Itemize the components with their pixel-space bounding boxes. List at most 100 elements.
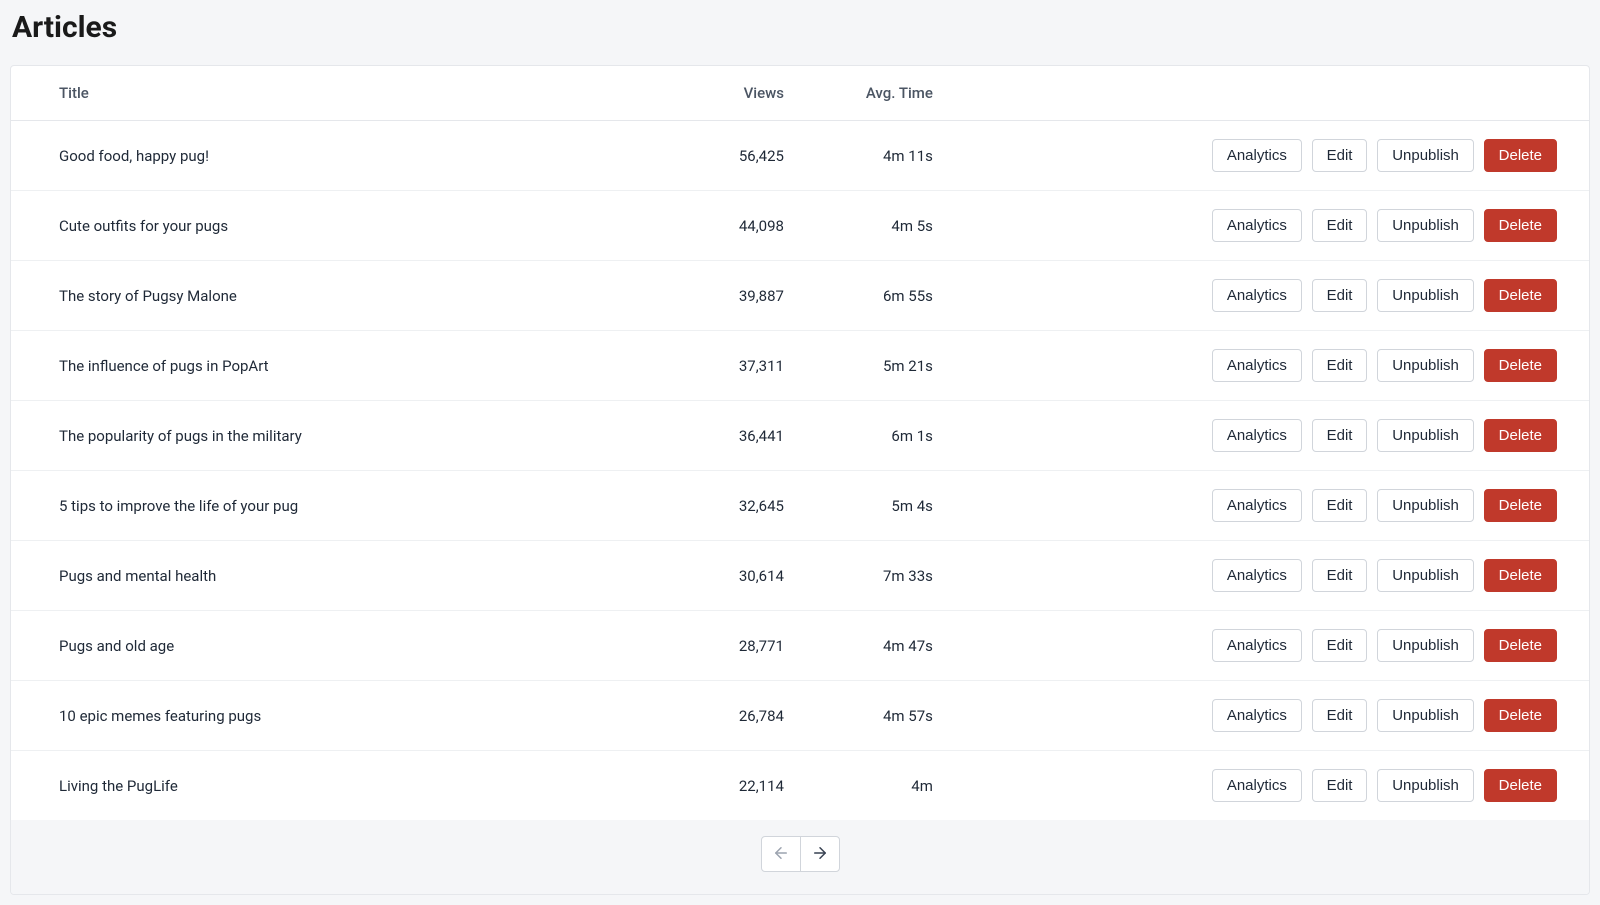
article-title: Pugs and old age — [11, 611, 611, 681]
analytics-button[interactable]: Analytics — [1212, 419, 1302, 452]
article-views: 30,614 — [611, 541, 800, 611]
delete-button[interactable]: Delete — [1484, 489, 1557, 522]
pagination — [761, 836, 840, 872]
article-title: The story of Pugsy Malone — [11, 261, 611, 331]
table-row: Cute outfits for your pugs 44,098 4m 5s … — [11, 191, 1589, 261]
row-actions: Analytics Edit Unpublish Delete — [1021, 681, 1589, 751]
article-avg-time: 7m 33s — [800, 541, 1021, 611]
unpublish-button[interactable]: Unpublish — [1377, 279, 1474, 312]
edit-button[interactable]: Edit — [1312, 559, 1368, 592]
delete-button[interactable]: Delete — [1484, 139, 1557, 172]
article-avg-time: 4m — [800, 751, 1021, 821]
unpublish-button[interactable]: Unpublish — [1377, 419, 1474, 452]
analytics-button[interactable]: Analytics — [1212, 559, 1302, 592]
article-avg-time: 4m 5s — [800, 191, 1021, 261]
row-actions: Analytics Edit Unpublish Delete — [1021, 121, 1589, 191]
table-footer — [11, 820, 1589, 894]
column-header-avg-time: Avg. Time — [800, 66, 1021, 121]
row-actions: Analytics Edit Unpublish Delete — [1021, 331, 1589, 401]
unpublish-button[interactable]: Unpublish — [1377, 699, 1474, 732]
article-avg-time: 4m 47s — [800, 611, 1021, 681]
unpublish-button[interactable]: Unpublish — [1377, 629, 1474, 662]
article-avg-time: 6m 55s — [800, 261, 1021, 331]
analytics-button[interactable]: Analytics — [1212, 699, 1302, 732]
edit-button[interactable]: Edit — [1312, 629, 1368, 662]
delete-button[interactable]: Delete — [1484, 419, 1557, 452]
analytics-button[interactable]: Analytics — [1212, 139, 1302, 172]
row-actions: Analytics Edit Unpublish Delete — [1021, 611, 1589, 681]
row-actions: Analytics Edit Unpublish Delete — [1021, 471, 1589, 541]
row-actions: Analytics Edit Unpublish Delete — [1021, 191, 1589, 261]
column-header-title: Title — [11, 66, 611, 121]
delete-button[interactable]: Delete — [1484, 699, 1557, 732]
page-title: Articles — [12, 10, 1590, 45]
row-actions: Analytics Edit Unpublish Delete — [1021, 261, 1589, 331]
unpublish-button[interactable]: Unpublish — [1377, 349, 1474, 382]
unpublish-button[interactable]: Unpublish — [1377, 139, 1474, 172]
delete-button[interactable]: Delete — [1484, 209, 1557, 242]
arrow-right-icon — [811, 844, 829, 865]
edit-button[interactable]: Edit — [1312, 139, 1368, 172]
article-views: 26,784 — [611, 681, 800, 751]
pagination-next-button[interactable] — [800, 836, 840, 872]
edit-button[interactable]: Edit — [1312, 349, 1368, 382]
delete-button[interactable]: Delete — [1484, 769, 1557, 802]
table-row: 10 epic memes featuring pugs 26,784 4m 5… — [11, 681, 1589, 751]
column-header-actions — [1021, 66, 1589, 121]
unpublish-button[interactable]: Unpublish — [1377, 489, 1474, 522]
edit-button[interactable]: Edit — [1312, 209, 1368, 242]
article-avg-time: 5m 4s — [800, 471, 1021, 541]
edit-button[interactable]: Edit — [1312, 419, 1368, 452]
article-title: Cute outfits for your pugs — [11, 191, 611, 261]
article-views: 36,441 — [611, 401, 800, 471]
article-avg-time: 4m 11s — [800, 121, 1021, 191]
table-row: The story of Pugsy Malone 39,887 6m 55s … — [11, 261, 1589, 331]
analytics-button[interactable]: Analytics — [1212, 489, 1302, 522]
analytics-button[interactable]: Analytics — [1212, 279, 1302, 312]
article-title: 5 tips to improve the life of your pug — [11, 471, 611, 541]
table-row: The popularity of pugs in the military 3… — [11, 401, 1589, 471]
article-views: 22,114 — [611, 751, 800, 821]
analytics-button[interactable]: Analytics — [1212, 349, 1302, 382]
unpublish-button[interactable]: Unpublish — [1377, 769, 1474, 802]
arrow-left-icon — [772, 844, 790, 865]
table-row: Pugs and mental health 30,614 7m 33s Ana… — [11, 541, 1589, 611]
article-views: 39,887 — [611, 261, 800, 331]
article-avg-time: 5m 21s — [800, 331, 1021, 401]
article-title: Pugs and mental health — [11, 541, 611, 611]
unpublish-button[interactable]: Unpublish — [1377, 209, 1474, 242]
article-views: 56,425 — [611, 121, 800, 191]
article-views: 44,098 — [611, 191, 800, 261]
articles-card: Title Views Avg. Time Good food, happy p… — [10, 65, 1590, 895]
article-views: 37,311 — [611, 331, 800, 401]
article-title: The influence of pugs in PopArt — [11, 331, 611, 401]
article-title: Living the PugLife — [11, 751, 611, 821]
delete-button[interactable]: Delete — [1484, 629, 1557, 662]
delete-button[interactable]: Delete — [1484, 279, 1557, 312]
article-views: 32,645 — [611, 471, 800, 541]
articles-table: Title Views Avg. Time Good food, happy p… — [11, 66, 1589, 820]
edit-button[interactable]: Edit — [1312, 489, 1368, 522]
analytics-button[interactable]: Analytics — [1212, 629, 1302, 662]
edit-button[interactable]: Edit — [1312, 279, 1368, 312]
article-title: The popularity of pugs in the military — [11, 401, 611, 471]
delete-button[interactable]: Delete — [1484, 559, 1557, 592]
article-avg-time: 6m 1s — [800, 401, 1021, 471]
article-views: 28,771 — [611, 611, 800, 681]
analytics-button[interactable]: Analytics — [1212, 209, 1302, 242]
column-header-views: Views — [611, 66, 800, 121]
table-row: Good food, happy pug! 56,425 4m 11s Anal… — [11, 121, 1589, 191]
analytics-button[interactable]: Analytics — [1212, 769, 1302, 802]
table-row: 5 tips to improve the life of your pug 3… — [11, 471, 1589, 541]
article-title: 10 epic memes featuring pugs — [11, 681, 611, 751]
edit-button[interactable]: Edit — [1312, 769, 1368, 802]
table-row: Living the PugLife 22,114 4m Analytics E… — [11, 751, 1589, 821]
pagination-prev-button[interactable] — [761, 836, 801, 872]
row-actions: Analytics Edit Unpublish Delete — [1021, 401, 1589, 471]
table-row: The influence of pugs in PopArt 37,311 5… — [11, 331, 1589, 401]
row-actions: Analytics Edit Unpublish Delete — [1021, 541, 1589, 611]
delete-button[interactable]: Delete — [1484, 349, 1557, 382]
table-row: Pugs and old age 28,771 4m 47s Analytics… — [11, 611, 1589, 681]
edit-button[interactable]: Edit — [1312, 699, 1368, 732]
unpublish-button[interactable]: Unpublish — [1377, 559, 1474, 592]
